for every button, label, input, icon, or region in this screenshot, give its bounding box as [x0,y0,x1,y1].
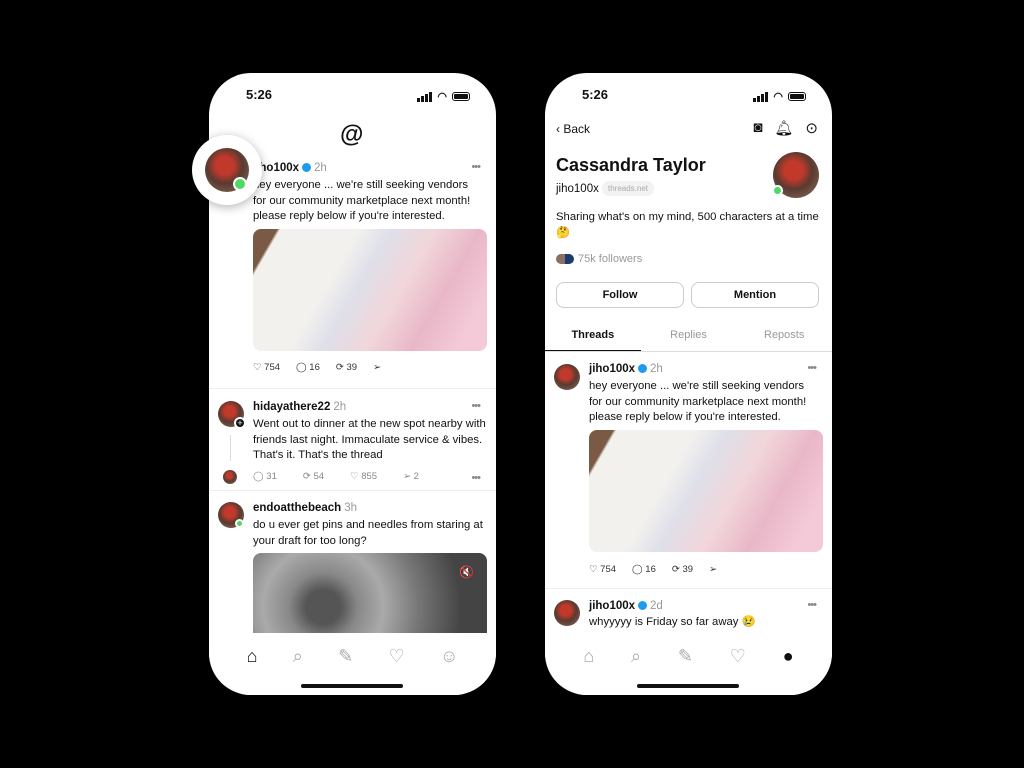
more-icon[interactable]: ••• [471,161,481,173]
post-video[interactable] [253,553,487,643]
verified-icon [638,364,648,373]
domain-badge[interactable]: threads.net [602,181,655,196]
status-bar: 5:26 ◠ [209,87,496,103]
thread-line [230,435,231,461]
username[interactable]: jiho100x 2d [589,600,663,612]
profile-tabs: Threads Replies Reposts [545,325,832,352]
tab-threads[interactable]: Threads [545,325,641,351]
mention-button[interactable]: Mention [691,282,819,308]
post-image[interactable] [589,430,823,552]
wifi-icon: ◠ [437,91,447,103]
profile-bio: Sharing what's on my mind, 500 character… [556,211,819,239]
back-button[interactable]: ‹ Back [556,122,590,136]
like-button[interactable]: ♡ 855 [350,471,377,482]
home-indicator [301,684,403,688]
reply-button[interactable]: ◯ 16 [632,564,656,575]
home-icon[interactable]: ⌂ [247,646,258,667]
post-actions: ◯ 31 ⟳ 54 ♡ 855 ➢ 2 [253,471,435,482]
status-bar: 5:26 ◠ [545,87,832,103]
signal-icon [417,91,433,102]
bell-icon[interactable]: 🔔︎ [774,119,793,137]
battery-icon [788,92,806,101]
username[interactable]: jiho100x 2h [253,162,327,174]
reply-avatar [223,470,237,484]
tab-bar: ⌂ ⌕ ✎ ♡ ● [545,646,832,667]
online-indicator [233,177,247,191]
heart-icon[interactable]: ♡ [389,646,405,667]
profile-screen: 5:26 ◠ ‹ Back ◙ 🔔︎ ⊙ Cassandra Taylor jiho… [545,73,832,695]
username[interactable]: endoatthebeach 3h [253,502,357,514]
wifi-icon: ◠ [773,91,783,103]
profile-handle: jiho100x [556,183,599,195]
more-circle-icon[interactable]: ⊙ [805,119,818,137]
divider [209,490,496,491]
post-image[interactable] [253,229,487,351]
follower-avatars [556,254,574,264]
more-icon[interactable]: ••• [807,599,817,611]
compose-icon[interactable]: ✎ [338,646,353,667]
tab-reposts[interactable]: Reposts [736,325,832,351]
signal-icon [753,91,769,102]
follow-plus-icon[interactable]: + [234,417,246,429]
home-indicator [637,684,739,688]
post-actions: ♡ 754 ◯ 16 ⟳ 39 ➢ [589,564,733,575]
threads-logo-icon[interactable]: @ [340,121,363,149]
verified-icon [638,601,648,610]
mute-icon[interactable]: 🔇 [459,565,474,579]
tab-replies[interactable]: Replies [641,325,737,351]
home-icon[interactable]: ⌂ [583,646,594,667]
search-icon[interactable]: ⌕ [293,646,303,667]
like-button[interactable]: ♡ 754 [589,564,616,575]
tab-bar: ⌂ ⌕ ✎ ♡ ☺ [209,646,496,667]
share-button[interactable]: ➢ 2 [403,471,419,482]
share-icon[interactable]: ➢ [373,362,381,373]
instagram-icon[interactable]: ◙ [753,119,762,137]
compose-icon[interactable]: ✎ [678,646,693,667]
online-indicator [235,519,244,528]
username[interactable]: jiho100x 2h [589,363,663,375]
repost-button[interactable]: ⟳ 39 [672,564,693,575]
more-icon[interactable]: ••• [471,472,481,484]
repost-button[interactable]: ⟳ 54 [303,471,324,482]
divider [209,388,496,389]
more-icon[interactable]: ••• [471,400,481,412]
followers-link[interactable]: 75k followers [556,253,642,265]
battery-icon [452,92,470,101]
verified-icon [302,163,312,172]
follow-button[interactable]: Follow [556,282,684,308]
clock: 5:26 [246,87,273,102]
profile-name: Cassandra Taylor [556,155,706,175]
divider [545,588,832,589]
clock: 5:26 [582,87,609,102]
share-icon[interactable]: ➢ [709,564,717,575]
reply-button[interactable]: ◯ 16 [296,362,320,373]
heart-icon[interactable]: ♡ [730,646,746,667]
avatar[interactable] [554,600,580,626]
repost-button[interactable]: ⟳ 39 [336,362,357,373]
avatar-magnified[interactable] [192,135,262,205]
post-actions: ♡ 754 ◯ 16 ⟳ 39 ➢ [253,362,397,373]
search-icon[interactable]: ⌕ [631,646,641,667]
more-icon[interactable]: ••• [807,362,817,374]
like-button[interactable]: ♡ 754 [253,362,280,373]
reply-button[interactable]: ◯ 31 [253,471,277,482]
username[interactable]: hidayathere22 2h [253,401,346,413]
profile-icon[interactable]: ☺ [440,646,458,667]
profile-icon[interactable]: ● [783,646,794,667]
online-indicator [772,185,783,196]
avatar[interactable] [554,364,580,390]
